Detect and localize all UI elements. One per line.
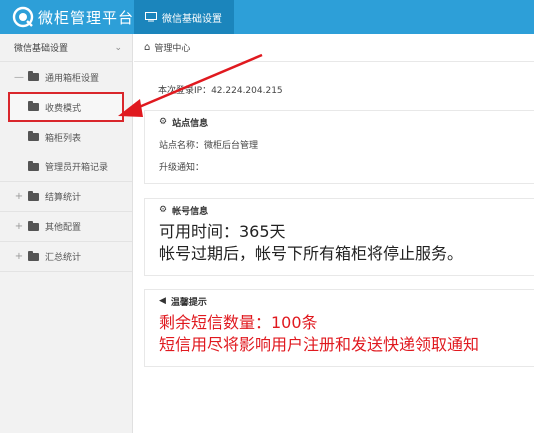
chevron-down-icon: ⌄ [114,43,122,53]
top-bar: 微柜管理平台 微信基础设置 [0,0,534,34]
folder-icon [28,131,39,141]
logo: 微柜管理平台 [12,5,134,29]
account-info-panel: ⚙ 帐号信息 可用时间：365天 帐号过期后，帐号下所有箱柜将停止服务。 [144,198,534,276]
collapse-icon: — [14,71,24,83]
folder-icon [28,71,39,81]
sms-remaining: 剩余短信数量：100条 [159,313,318,332]
folder-icon [28,190,39,201]
folder-icon [28,160,39,171]
main-content: ⌂ 管理中心 本次登录IP：42.224.204.215 ⚙ 站点信息 站点名称… [134,34,534,433]
site-info-panel: ⚙ 站点信息 站点名称：微柜后台管理 升级通知： [144,110,534,184]
sidebar: 微信基础设置 ⌄ — 通用箱柜设置 收费模式 箱柜列表 管理员开箱记录 + 结算… [0,34,133,433]
sidebar-header[interactable]: 微信基础设置 ⌄ [0,34,132,62]
breadcrumb: ⌂ 管理中心 [134,34,534,62]
folder-icon [28,250,39,261]
expand-icon: + [14,191,24,202]
expand-icon: + [14,221,24,232]
sms-warning: 短信用尽将影响用户注册和发送快递领取通知 [159,335,480,354]
sidebar-item-charging-mode[interactable]: 收费模式 [8,92,124,122]
account-info-title: ⚙ 帐号信息 [159,205,209,217]
tab-label: 微信基础设置 [162,13,222,25]
megaphone-icon: ◀ [159,296,166,306]
sidebar-item-summary-stats[interactable]: + 汇总统计 [0,242,132,272]
breadcrumb-label[interactable]: 管理中心 [154,41,190,54]
tips-title: ◀ 温馨提示 [159,296,207,308]
folder-icon [28,220,39,231]
sidebar-item-general-cabinet-settings[interactable]: — 通用箱柜设置 [0,62,132,92]
site-name: 站点名称：微柜后台管理 [159,140,259,151]
logo-icon [12,6,34,28]
sidebar-item-cabinet-list[interactable]: 箱柜列表 [0,122,132,152]
home-icon[interactable]: ⌂ [144,42,150,53]
sidebar-item-admin-open-records[interactable]: 管理员开箱记录 [0,152,132,182]
login-ip: 本次登录IP：42.224.204.215 [158,86,283,96]
sidebar-item-other-config[interactable]: + 其他配置 [0,212,132,242]
gear-icon: ⚙ [159,205,168,215]
monitor-icon [145,12,157,22]
expand-icon: + [14,251,24,262]
site-info-title: ⚙ 站点信息 [159,117,209,129]
sidebar-item-settlement-stats[interactable]: + 结算统计 [0,182,132,212]
tab-wechat-basic-settings[interactable]: 微信基础设置 [134,0,234,34]
expire-note: 帐号过期后，帐号下所有箱柜将停止服务。 [159,244,464,263]
gear-icon: ⚙ [159,117,168,127]
tips-panel: ◀ 温馨提示 剩余短信数量：100条 短信用尽将影响用户注册和发送快递领取通知 [144,289,534,367]
folder-icon [28,101,39,111]
available-time: 可用时间：365天 [159,222,286,241]
app-title: 微柜管理平台 [38,8,135,27]
upgrade-notice: 升级通知： [159,162,205,173]
